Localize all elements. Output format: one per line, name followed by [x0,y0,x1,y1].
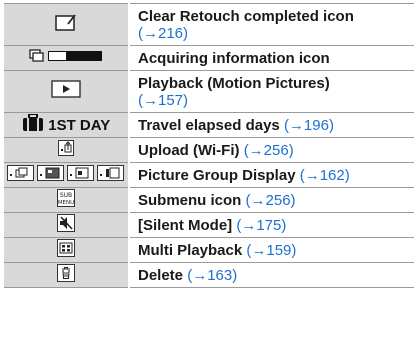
row-label: [Silent Mode] [138,216,233,234]
row-label: Acquiring information icon [138,49,330,67]
svg-text:SUB: SUB [60,192,72,199]
icon-cell: 1ST DAY [4,112,130,138]
description-cell: Upload (Wi-Fi) (→256) [129,137,414,163]
description-cell: Multi Playback (→159) [129,237,414,263]
table-row: Upload (Wi-Fi) (→256) [4,137,414,163]
icon-cell [4,137,130,163]
icon-cell [4,70,130,113]
row-label: Multi Playback [138,241,243,259]
page-reference-link[interactable]: (→256) [244,142,294,159]
description-cell: Picture Group Display (→162) [129,162,414,188]
icon-cell [4,262,130,288]
icon-cell [4,3,130,46]
icon-cell [4,237,130,263]
silent-mode-icon [57,213,75,237]
page-reference-link[interactable]: (→163) [187,267,237,284]
page-reference-link[interactable]: (→162) [300,167,350,184]
table-row: Picture Group Display (→162) [4,162,414,188]
page-reference-link[interactable]: (→157) [138,92,188,109]
icon-cell [4,212,130,238]
row-label: Travel elapsed days [138,116,280,134]
retouch-completed-icon [55,13,77,36]
table-row: Multi Playback (→159) [4,237,414,263]
table-row: Acquiring information icon [4,45,414,71]
table-row: 1ST DAY Travel elapsed days (→196) [4,112,414,138]
description-cell: Clear Retouch completed icon (→216) [129,3,414,46]
description-cell: Travel elapsed days (→196) [129,112,414,138]
submenu-icon: SUB MENU [57,188,75,212]
description-cell: [Silent Mode] (→175) [129,212,414,238]
page-reference-link[interactable]: (→159) [246,242,296,259]
multi-playback-icon [57,238,75,262]
page-reference-link[interactable]: (→256) [246,192,296,209]
page-reference-link[interactable]: (→216) [138,25,188,42]
upload-wifi-icon [58,139,74,161]
icon-cell [4,162,130,188]
table-row: Clear Retouch completed icon (→216) [4,3,414,46]
icon-cell: SUB MENU [4,187,130,213]
icon-cell [4,45,130,71]
description-cell: Acquiring information icon [129,45,414,71]
icon-reference-table: Clear Retouch completed icon (→216) Acqu… [4,3,414,288]
travel-suitcase-icon [22,112,44,137]
table-row: Playback (Motion Pictures) (→157) [4,70,414,113]
description-cell: Delete (→163) [129,262,414,288]
row-label: Playback (Motion Pictures) [138,74,330,92]
table-row: Delete (→163) [4,262,414,288]
playback-motion-pictures-icon [51,80,81,103]
delete-icon [57,263,75,287]
row-label: Delete [138,266,184,284]
row-label: Upload (Wi-Fi) [138,141,240,159]
table-row: SUB MENU Submenu icon (→256) [4,187,414,213]
svg-text:MENU: MENU [58,200,74,206]
row-label: Picture Group Display [138,166,296,184]
elapsed-day-text: 1ST DAY [48,116,111,134]
acquiring-information-icon [29,48,103,68]
page-reference-link[interactable]: (→196) [284,117,334,134]
row-label: Submenu icon [138,191,242,209]
picture-group-display-icons [7,164,125,186]
page-reference-link[interactable]: (→175) [236,217,286,234]
description-cell: Submenu icon (→256) [129,187,414,213]
description-cell: Playback (Motion Pictures) (→157) [129,70,414,113]
table-row: [Silent Mode] (→175) [4,212,414,238]
row-label: Clear Retouch completed icon [138,7,354,25]
